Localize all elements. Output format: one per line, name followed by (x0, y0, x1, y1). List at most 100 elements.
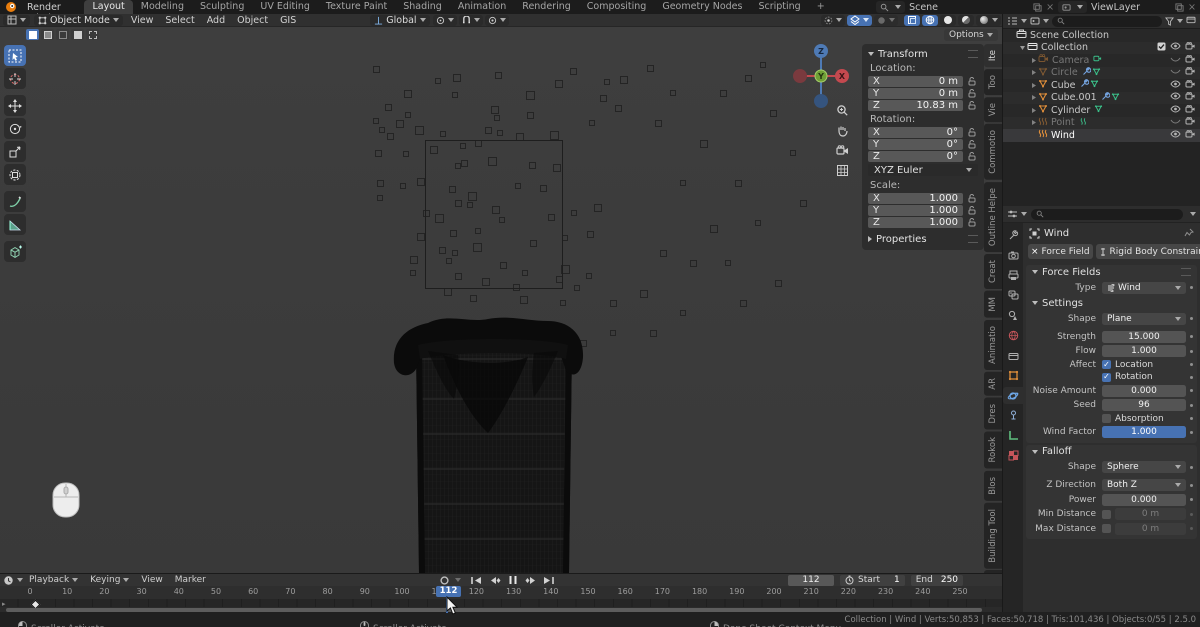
scene-selector[interactable] (876, 1, 906, 13)
pivot-point-button[interactable] (432, 14, 457, 26)
scene-name[interactable]: Scene (909, 2, 1029, 13)
properties-search-input[interactable] (1031, 208, 1183, 220)
n-panel-tab-vie[interactable]: Vie (984, 97, 1003, 123)
close-icon[interactable]: × (1188, 2, 1196, 13)
tool-measure[interactable] (4, 214, 26, 235)
lock-open-icon[interactable] (966, 194, 978, 203)
pin-icon[interactable] (1184, 228, 1194, 238)
animate-decorator[interactable] (1190, 498, 1193, 501)
blender-logo[interactable] (5, 1, 17, 13)
outliner-row-circle[interactable]: Circle (1003, 66, 1200, 79)
tool-add-cube[interactable] (4, 241, 26, 262)
n-panel-tab-too[interactable]: Too (984, 69, 1003, 96)
disclosure-closed-icon[interactable] (1028, 57, 1038, 64)
timeline-menu-keying[interactable]: Keying (84, 575, 135, 585)
location-z-field[interactable]: Z 10.83 m (868, 100, 963, 111)
properties-tab-object[interactable] (1003, 367, 1023, 384)
rotation-mode-dropdown[interactable]: XYZ Euler (868, 164, 978, 176)
duplicate-icon[interactable] (1033, 2, 1042, 12)
pause-button[interactable] (505, 575, 520, 586)
rotation-y-field[interactable]: Y 0° (868, 139, 963, 150)
workspace-tab-shading[interactable]: Shading (395, 0, 450, 14)
disable-render-icon[interactable] (1185, 79, 1195, 91)
start-value[interactable]: 1 (894, 575, 900, 585)
n-panel-tab-outline-helpe[interactable]: Outline Helpe (984, 182, 1003, 253)
properties-tab-physics[interactable] (1003, 387, 1023, 404)
rotation-checkbox[interactable]: ✓ (1102, 372, 1111, 382)
force-field-toggle-button[interactable]: × Force Field (1028, 244, 1093, 259)
viewport-menu-gis[interactable]: GIS (274, 15, 302, 26)
n-panel-tab-creat[interactable]: Creat (984, 254, 1003, 290)
hidden-eye-icon[interactable] (1170, 117, 1181, 128)
breadcrumb-object-name[interactable]: Wind (1044, 228, 1069, 239)
shape-dropdown[interactable]: Plane (1102, 312, 1186, 325)
timeline-menu-playback[interactable]: Playback (23, 575, 84, 585)
outliner-row-cylinder[interactable]: Cylinder (1003, 104, 1200, 117)
tool-move[interactable] (4, 95, 26, 116)
falloff-panel-header[interactable]: Falloff (1026, 445, 1197, 459)
mode-selector[interactable]: Object Mode (34, 14, 123, 26)
auto-keyframe-button[interactable] (437, 575, 452, 586)
orthographic-grid-button[interactable] (832, 160, 852, 180)
shading-material-button[interactable] (958, 14, 974, 26)
min-distance-field[interactable]: 0 m (1115, 508, 1186, 520)
falloff-shape-dropdown[interactable]: Sphere (1102, 461, 1186, 473)
animate-decorator[interactable] (1190, 349, 1193, 353)
animate-decorator[interactable] (1190, 335, 1193, 338)
lock-open-icon[interactable] (966, 77, 978, 86)
workspace-tab-modeling[interactable]: Modeling (133, 0, 192, 14)
workspace-tab-uv-editing[interactable]: UV Editing (252, 0, 318, 14)
animate-decorator[interactable] (1190, 527, 1193, 530)
properties-tab-data[interactable] (1003, 427, 1023, 444)
quick-toggle-icon[interactable] (71, 29, 84, 40)
hide-eye-icon[interactable] (1170, 130, 1181, 141)
previous-keyframe-button[interactable] (487, 575, 502, 586)
rotation-x-field[interactable]: X 0° (868, 127, 963, 138)
animate-decorator[interactable] (1190, 317, 1193, 320)
viewport-menu-select[interactable]: Select (159, 15, 200, 26)
properties-tab-viewlayer[interactable] (1003, 287, 1023, 304)
seed-field[interactable]: 96 (1102, 399, 1186, 411)
viewport-menu-object[interactable]: Object (231, 15, 274, 26)
lock-open-icon[interactable] (966, 89, 978, 98)
max-distance-field[interactable]: 0 m (1115, 522, 1186, 535)
animate-decorator[interactable] (1190, 286, 1193, 289)
outliner-row-wind[interactable]: Wind (1003, 129, 1200, 142)
properties-tab-world[interactable] (1003, 327, 1023, 344)
n-panel-tab-dres[interactable]: Dres (984, 397, 1003, 430)
force-fields-panel-header[interactable]: Force Fields (1026, 265, 1197, 279)
outliner-row-cube-001[interactable]: Cube.001 (1003, 91, 1200, 104)
animate-decorator[interactable] (1190, 430, 1193, 434)
timeline-ruler[interactable]: 0102030405060708090100110120130140150160… (0, 586, 1003, 599)
n-panel-tab-animatio[interactable]: Animatio (984, 320, 1003, 370)
type-dropdown[interactable]: Wind (1102, 281, 1186, 294)
properties-tab-output[interactable] (1003, 267, 1023, 284)
shading-wireframe-button[interactable] (922, 14, 938, 26)
xray-toggle[interactable] (904, 14, 920, 26)
settings-subpanel-header[interactable]: Settings (1026, 296, 1197, 310)
editor-type-button[interactable] (3, 14, 30, 26)
properties-tab-collection[interactable] (1003, 347, 1023, 364)
quick-toggle-icon[interactable] (26, 29, 39, 40)
disclosure-open-icon[interactable] (1017, 44, 1027, 51)
rotation-z-field[interactable]: Z 0° (868, 151, 963, 162)
hide-eye-icon[interactable] (1170, 92, 1181, 103)
transform-panel-header[interactable]: Transform (862, 47, 984, 61)
show-overlays-button[interactable] (847, 14, 872, 26)
snap-magnet-button[interactable] (458, 14, 483, 26)
location-y-field[interactable]: Y0 m (868, 88, 963, 99)
editor-type-button[interactable] (3, 575, 23, 586)
tool-cursor[interactable] (4, 68, 26, 89)
outliner-row-scene-collection[interactable]: Scene Collection (1003, 29, 1200, 42)
shading-solid-button[interactable] (940, 14, 956, 26)
rigid-body-constraint-button[interactable]: Rigid Body Constraint (1095, 244, 1200, 259)
new-collection-button[interactable] (1186, 15, 1196, 27)
tool-select-box[interactable] (4, 45, 26, 66)
disable-render-icon[interactable] (1185, 54, 1195, 66)
filter-funnel-button[interactable] (1165, 16, 1183, 26)
lock-open-icon[interactable] (966, 206, 978, 215)
absorption-checkbox[interactable] (1102, 414, 1111, 423)
hidden-eye-icon[interactable] (1170, 55, 1181, 66)
n-panel-tab-ar[interactable]: AR (984, 371, 1003, 396)
menu-render[interactable]: Render (21, 2, 70, 13)
